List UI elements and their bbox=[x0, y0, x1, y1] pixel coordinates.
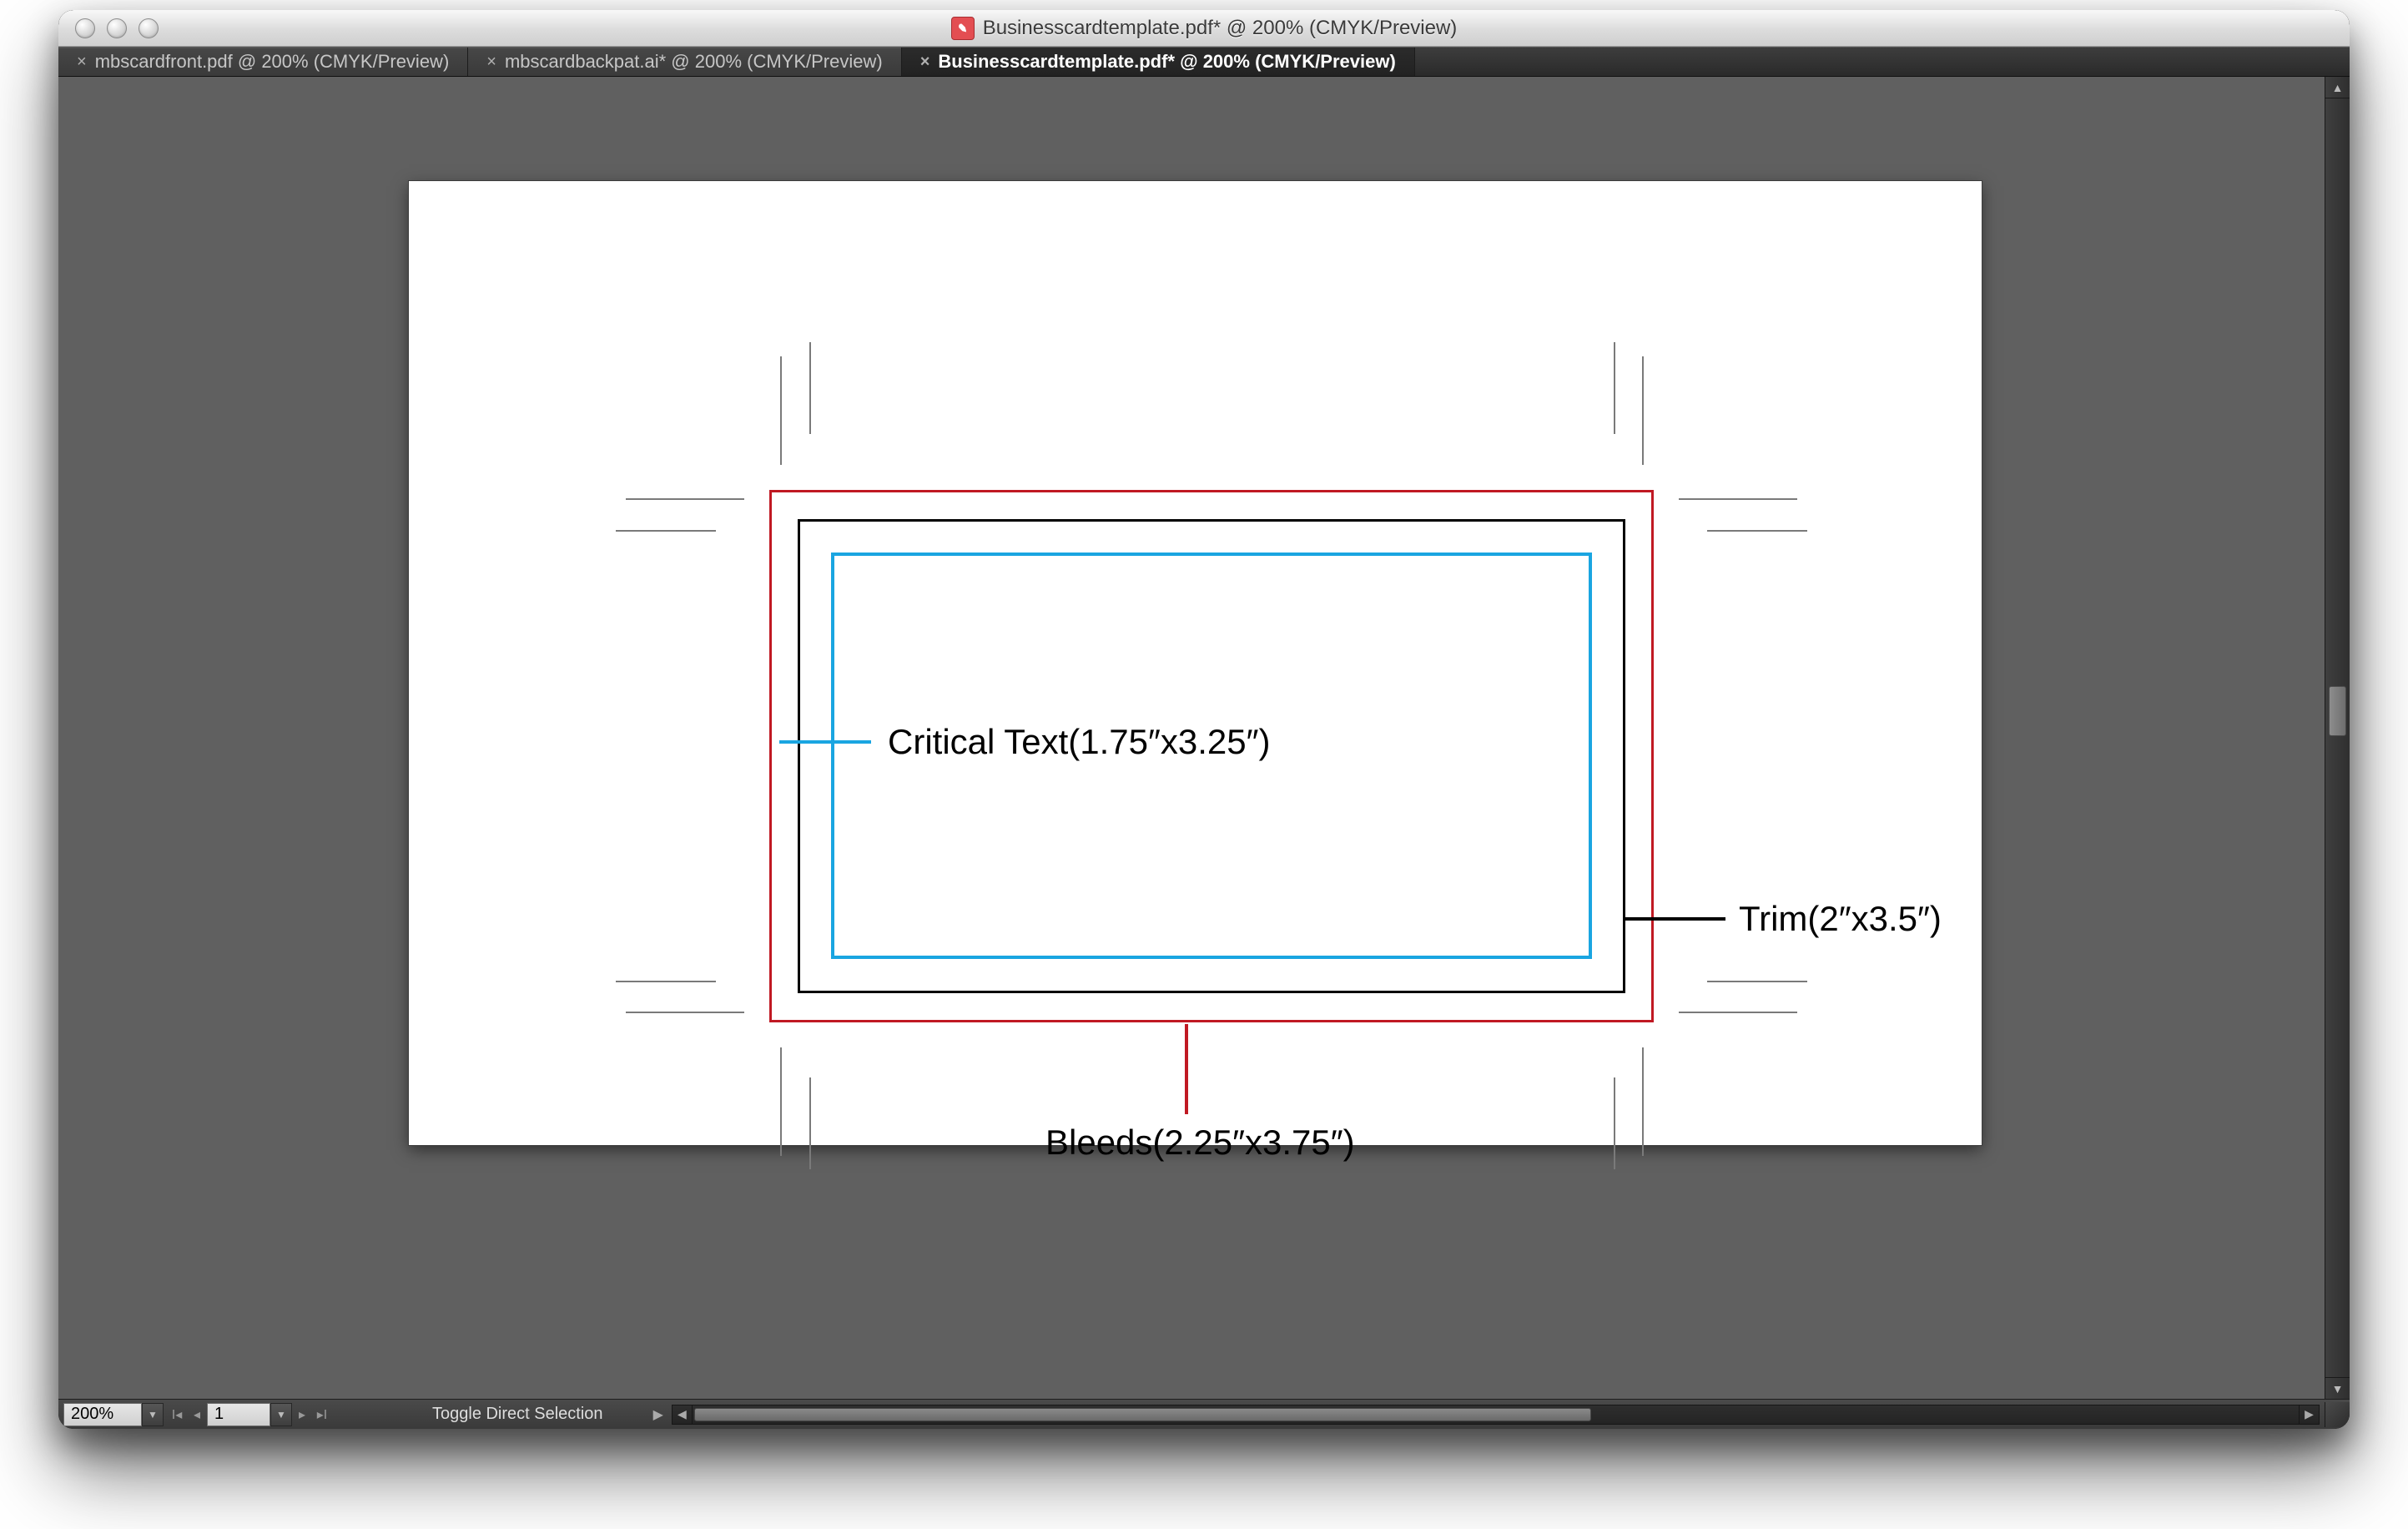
crop-mark bbox=[780, 356, 782, 465]
crop-mark bbox=[626, 498, 744, 500]
scroll-thumb[interactable] bbox=[2329, 686, 2346, 736]
tab-label: Businesscardtemplate.pdf* @ 200% (CMYK/P… bbox=[938, 51, 1395, 73]
trim-label: Trim(2″x3.5″) bbox=[1739, 899, 1942, 939]
window-title-text: Businesscardtemplate.pdf* @ 200% (CMYK/P… bbox=[983, 17, 1458, 40]
document-tab-mbscardbackpat[interactable]: × mbscardbackpat.ai* @ 200% (CMYK/Previe… bbox=[468, 48, 901, 76]
critical-text-label: Critical Text(1.75″x3.25″) bbox=[888, 722, 1270, 762]
document-tab-businesscardtemplate[interactable]: × Businesscardtemplate.pdf* @ 200% (CMYK… bbox=[902, 48, 1415, 76]
last-page-button[interactable]: ▸I bbox=[312, 1403, 332, 1426]
first-page-button[interactable]: I◂ bbox=[167, 1403, 187, 1426]
crop-mark bbox=[809, 342, 811, 434]
crop-mark bbox=[1614, 342, 1615, 434]
scroll-right-button[interactable]: ▶ bbox=[2299, 1405, 2319, 1424]
scroll-thumb[interactable] bbox=[694, 1408, 1591, 1421]
tab-label: mbscardfront.pdf @ 200% (CMYK/Preview) bbox=[95, 51, 450, 73]
artboard[interactable]: Critical Text(1.75″x3.25″) Trim(2″x3.5″)… bbox=[409, 181, 1982, 1145]
scroll-down-button[interactable]: ▼ bbox=[2325, 1377, 2350, 1399]
pdf-icon: ✎ bbox=[951, 17, 975, 40]
crop-mark bbox=[1614, 1077, 1615, 1169]
canvas-area[interactable]: Critical Text(1.75″x3.25″) Trim(2″x3.5″)… bbox=[58, 77, 2350, 1399]
document-tab-mbscardfront[interactable]: × mbscardfront.pdf @ 200% (CMYK/Preview) bbox=[58, 48, 468, 76]
vertical-scrollbar[interactable]: ▲ ▼ bbox=[2325, 77, 2350, 1399]
crop-mark bbox=[1642, 1047, 1644, 1156]
page-dropdown-button[interactable]: ▼ bbox=[270, 1403, 292, 1426]
status-hint: Toggle Direct Selection bbox=[432, 1405, 603, 1424]
crop-mark bbox=[1642, 356, 1644, 465]
close-tab-icon[interactable]: × bbox=[486, 53, 496, 72]
crop-mark bbox=[616, 530, 716, 532]
page-navigator: I◂ ◂ 1 ▼ ▸ ▸I bbox=[167, 1403, 332, 1426]
crop-mark bbox=[1679, 498, 1797, 500]
crop-mark bbox=[626, 1012, 744, 1013]
scroll-up-button[interactable]: ▲ bbox=[2325, 77, 2350, 98]
bleeds-label: Bleeds(2.25″x3.75″) bbox=[1045, 1123, 1355, 1163]
crop-mark bbox=[1679, 1012, 1797, 1013]
resize-grip[interactable] bbox=[2325, 1402, 2350, 1427]
tab-label: mbscardbackpat.ai* @ 200% (CMYK/Preview) bbox=[505, 51, 883, 73]
document-tab-strip: × mbscardfront.pdf @ 200% (CMYK/Preview)… bbox=[58, 47, 2350, 77]
title-bar: ✎ Businesscardtemplate.pdf* @ 200% (CMYK… bbox=[58, 10, 2350, 47]
leader-line bbox=[1185, 1024, 1188, 1114]
crop-mark bbox=[1707, 530, 1807, 532]
scroll-left-button[interactable]: ◀ bbox=[673, 1405, 693, 1424]
prev-page-button[interactable]: ◂ bbox=[187, 1403, 207, 1426]
close-tab-icon[interactable]: × bbox=[920, 53, 930, 72]
crop-mark bbox=[616, 981, 716, 982]
zoom-field[interactable]: 200% bbox=[63, 1403, 142, 1426]
crop-mark bbox=[1707, 981, 1807, 982]
zoom-value: 200% bbox=[71, 1405, 113, 1424]
app-window: ✎ Businesscardtemplate.pdf* @ 200% (CMYK… bbox=[58, 10, 2350, 1429]
crop-mark bbox=[780, 1047, 782, 1156]
window-title: ✎ Businesscardtemplate.pdf* @ 200% (CMYK… bbox=[58, 17, 2350, 40]
leader-line bbox=[779, 740, 871, 744]
status-flyout-button[interactable]: ▶ bbox=[653, 1406, 663, 1423]
page-field[interactable]: 1 bbox=[207, 1403, 270, 1426]
next-page-button[interactable]: ▸ bbox=[292, 1403, 312, 1426]
close-tab-icon[interactable]: × bbox=[77, 53, 87, 72]
zoom-dropdown-button[interactable]: ▼ bbox=[142, 1403, 164, 1426]
horizontal-scrollbar[interactable]: ◀ ▶ bbox=[672, 1405, 2320, 1425]
crop-mark bbox=[809, 1077, 811, 1169]
leader-line bbox=[1625, 917, 1725, 921]
page-value: 1 bbox=[214, 1405, 224, 1424]
status-bar: 200% ▼ I◂ ◂ 1 ▼ ▸ ▸I Toggle Direct Selec… bbox=[58, 1399, 2350, 1429]
